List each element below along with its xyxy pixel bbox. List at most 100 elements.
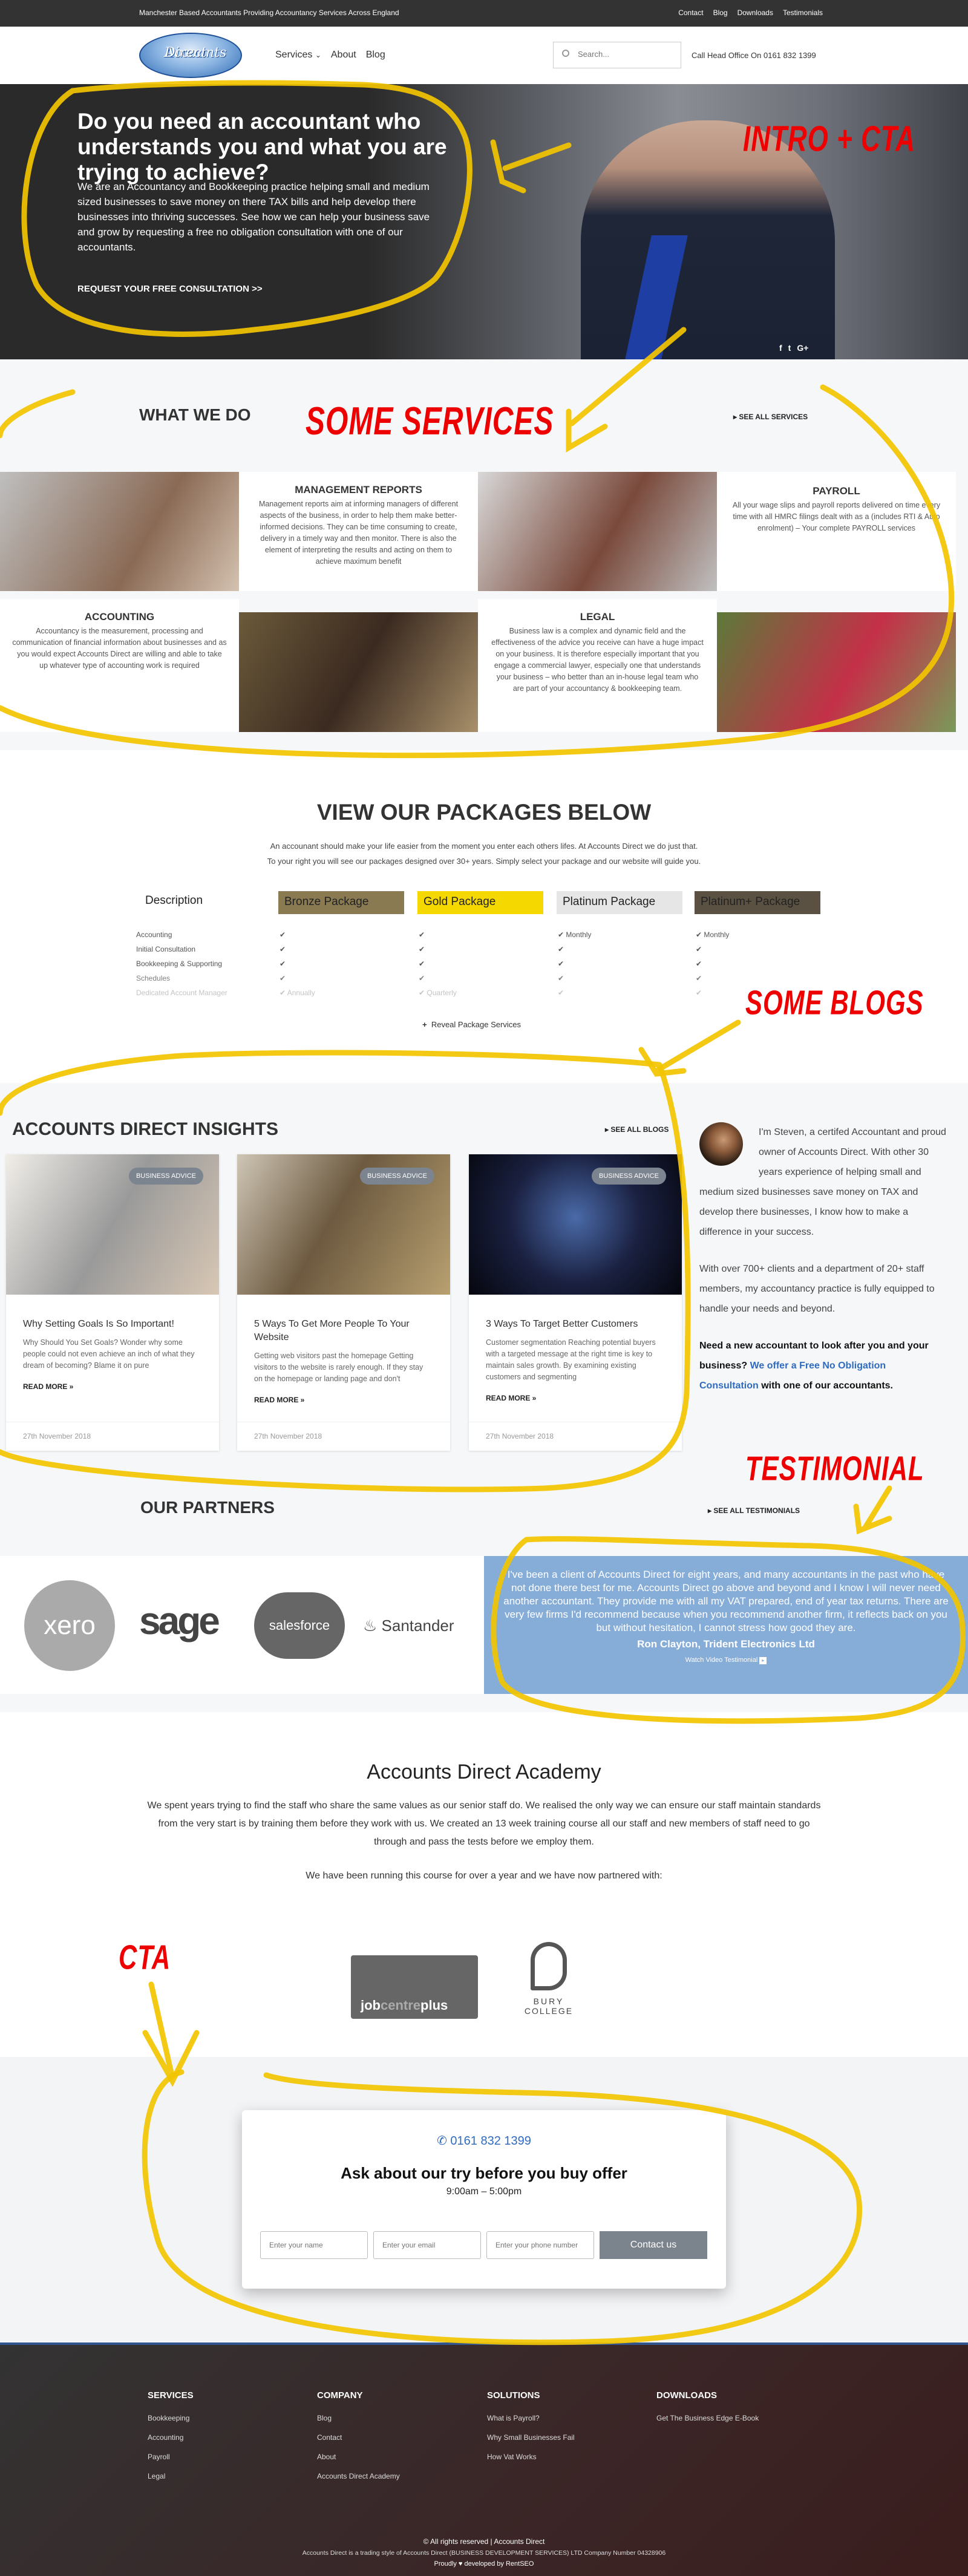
package-cell: ✔ — [419, 959, 425, 968]
footer-link[interactable]: Why Small Businesses Fail — [487, 2433, 575, 2442]
nav-about[interactable]: About — [331, 50, 356, 60]
chevron-down-icon: ⌄ — [315, 51, 321, 59]
service-card-payroll[interactable]: PAYROLL All your wage slips and payroll … — [717, 472, 956, 591]
santander-label: Santander — [381, 1617, 454, 1635]
footer-link[interactable]: Accounting — [148, 2433, 194, 2442]
footer-link[interactable]: Payroll — [148, 2453, 194, 2461]
package-cell: ✔ — [696, 959, 702, 968]
call-head-office[interactable]: Call Head Office On 0161 832 1399 — [692, 51, 816, 60]
reveal-package-services-button[interactable]: + Reveal Package Services — [422, 1020, 521, 1029]
name-field[interactable] — [260, 2231, 368, 2259]
watch-video-testimonial-link[interactable]: Watch Video Testimonial ▸ — [484, 1656, 968, 1664]
packages-subtitle-1: An accounant should make your life easie… — [270, 842, 698, 851]
blog-card[interactable]: BUSINESS ADVICE Why Setting Goals Is So … — [6, 1154, 219, 1451]
read-more-link[interactable]: READ MORE » — [486, 1394, 665, 1402]
cta-phone[interactable]: ✆ 0161 832 1399 — [242, 2133, 726, 2148]
footer-link[interactable]: Legal — [148, 2472, 194, 2480]
package-cell: ✔ — [280, 945, 286, 953]
contact-us-button[interactable]: Contact us — [600, 2231, 707, 2259]
package-row-label: Dedicated Account Manager — [136, 989, 227, 997]
partners-logos: xero sage salesforce ♨ Santander — [0, 1556, 484, 1694]
partner-logo-salesforce: salesforce — [254, 1592, 345, 1659]
avatar — [699, 1122, 743, 1166]
search-icon — [562, 50, 569, 57]
see-all-blogs-link[interactable]: ▸ SEE ALL BLOGS — [605, 1125, 669, 1134]
email-field[interactable] — [373, 2231, 481, 2259]
annotation-some-blogs: SOME BLOGS — [745, 983, 924, 1022]
social-links: f t G+ — [779, 343, 808, 353]
footer-link[interactable]: Accounts Direct Academy — [317, 2472, 400, 2480]
package-row-label: Initial Consultation — [136, 945, 196, 953]
see-all-services-link[interactable]: ▸ SEE ALL SERVICES — [733, 413, 808, 421]
top-link-contact[interactable]: Contact — [678, 8, 703, 17]
blog-title[interactable]: 3 Ways To Target Better Customers — [486, 1318, 665, 1331]
top-bar: Manchester Based Accountants Providing A… — [0, 0, 968, 27]
blog-card[interactable]: BUSINESS ADVICE 5 Ways To Get More Peopl… — [237, 1154, 450, 1451]
blog-card[interactable]: BUSINESS ADVICE 3 Ways To Target Better … — [469, 1154, 682, 1451]
service-card-management-reports[interactable]: MANAGEMENT REPORTS Management reports ai… — [239, 472, 478, 591]
top-link-testimonials[interactable]: Testimonials — [783, 8, 823, 17]
package-cell: ✔ Monthly — [558, 930, 592, 939]
package-cell: ✔ — [558, 989, 564, 997]
service-card-legal[interactable]: LEGAL Business law is a complex and dyna… — [478, 599, 717, 732]
read-more-link[interactable]: READ MORE » — [23, 1382, 202, 1391]
service-text: Accountancy is the measurement, processi… — [12, 627, 227, 670]
package-header-2[interactable]: Platinum Package — [557, 891, 682, 914]
category-badge[interactable]: BUSINESS ADVICE — [359, 1168, 434, 1185]
package-cell: ✔ Quarterly — [419, 989, 457, 997]
service-text: Business law is a complex and dynamic fi… — [491, 627, 704, 693]
footer-column-downloads: DOWNLOADS Get The Business Edge E-Book — [656, 2390, 759, 2433]
category-badge[interactable]: BUSINESS ADVICE — [128, 1168, 203, 1185]
hero-title: Do you need an accountant who understand… — [77, 109, 447, 185]
plus-icon: + — [422, 1020, 427, 1029]
google-plus-icon[interactable]: G+ — [797, 343, 808, 353]
footer-link[interactable]: How Vat Works — [487, 2453, 575, 2461]
blog-title[interactable]: Why Setting Goals Is So Important! — [23, 1318, 202, 1331]
testimonial-quote: I've been a client of Accounts Direct fo… — [503, 1569, 949, 1633]
cta-phone-number: 0161 832 1399 — [450, 2134, 531, 2148]
footer-link[interactable]: Contact — [317, 2433, 400, 2442]
flame-icon: ♨ — [363, 1617, 378, 1635]
developer-credit[interactable]: Proudly ♥ developed by RentSEO — [0, 2560, 968, 2568]
phone-field[interactable] — [486, 2231, 594, 2259]
footer-column-title: SOLUTIONS — [487, 2390, 540, 2401]
package-header-3[interactable]: Platinum+ Package — [695, 891, 820, 914]
facebook-icon[interactable]: f — [779, 343, 782, 353]
footer-column-title: COMPANY — [317, 2390, 363, 2401]
footer-link[interactable]: About — [317, 2453, 400, 2461]
footer-link[interactable]: Blog — [317, 2414, 400, 2422]
package-cell: ✔ — [419, 945, 425, 953]
package-header-0[interactable]: Bronze Package — [278, 891, 404, 914]
category-badge[interactable]: BUSINESS ADVICE — [591, 1168, 666, 1185]
search-input[interactable] — [578, 50, 675, 59]
package-header-1[interactable]: Gold Package — [417, 891, 543, 914]
read-more-link[interactable]: READ MORE » — [254, 1396, 433, 1404]
top-link-blog[interactable]: Blog — [713, 8, 728, 17]
package-row-label: Bookkeeping & Supporting — [136, 959, 223, 968]
see-all-blogs-label: SEE ALL BLOGS — [610, 1125, 669, 1134]
see-all-testimonials-link[interactable]: ▸ SEE ALL TESTIMONIALS — [708, 1506, 800, 1515]
package-cell: ✔ — [558, 974, 564, 982]
footer-link[interactable]: Bookkeeping — [148, 2414, 194, 2422]
footer-link[interactable]: What is Payroll? — [487, 2414, 575, 2422]
service-text: All your wage slips and payroll reports … — [732, 501, 941, 532]
service-card-accounting[interactable]: ACCOUNTING Accountancy is the measuremen… — [0, 599, 239, 732]
blog-date: 27th November 2018 — [469, 1422, 682, 1451]
logo[interactable]: Accounts Direct — [139, 33, 242, 78]
footer-column-solutions: SOLUTIONS What is Payroll? Why Small Busin… — [487, 2390, 575, 2472]
bury-b-icon — [531, 1942, 567, 1990]
bury-label: BURY — [533, 1996, 564, 2006]
nav-services[interactable]: Services ⌄ — [275, 50, 321, 60]
nav-blog[interactable]: Blog — [366, 50, 385, 60]
top-link-downloads[interactable]: Downloads — [737, 8, 773, 17]
package-cell: ✔ — [558, 945, 564, 953]
academy-body: We spent years trying to find the staff … — [147, 1800, 821, 1847]
blog-image: BUSINESS ADVICE — [6, 1154, 219, 1295]
jobcentre-part-3: plus — [420, 1998, 448, 2013]
twitter-icon[interactable]: t — [788, 343, 791, 353]
see-all-testimonials-label: SEE ALL TESTIMONIALS — [713, 1506, 800, 1515]
request-consultation-link[interactable]: REQUEST YOUR FREE CONSULTATION >> — [77, 284, 263, 294]
blog-excerpt: Getting web visitors past the homepage G… — [254, 1352, 424, 1383]
footer-link[interactable]: Get The Business Edge E-Book — [656, 2414, 759, 2422]
blog-title[interactable]: 5 Ways To Get More People To Your Websit… — [254, 1318, 433, 1344]
